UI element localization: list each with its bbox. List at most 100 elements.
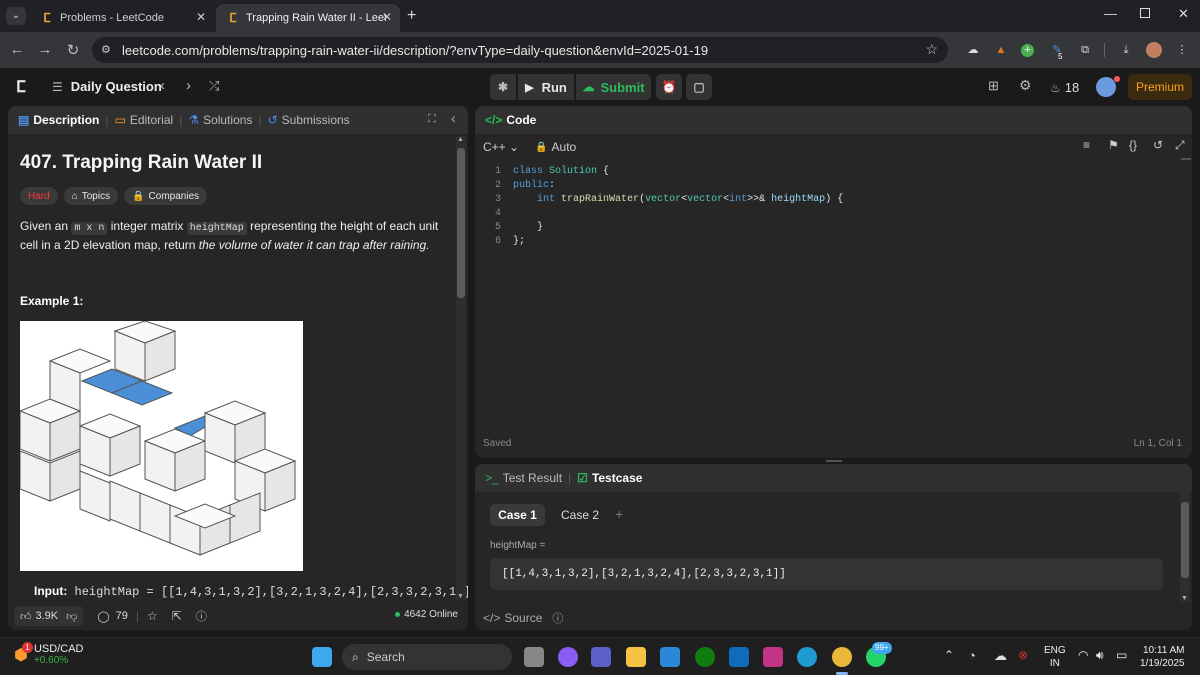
taskbar-search[interactable]: ⌕ Search [342, 644, 512, 670]
forward-icon[interactable]: → [36, 41, 54, 58]
windows-start-icon[interactable] [312, 647, 332, 667]
help-icon[interactable]: ⓘ [196, 608, 207, 624]
reset-icon[interactable]: ↺ [1153, 138, 1163, 152]
instagram-icon[interactable] [763, 647, 783, 667]
streak-counter[interactable]: ♨ 18 [1050, 80, 1079, 95]
tab-editorial[interactable]: ▭ Editorial [114, 113, 173, 127]
source-link[interactable]: </> Source ⓘ [483, 610, 563, 626]
param-value-input[interactable]: [[1,4,3,1,3,2],[3,2,1,3,2,4],[2,3,3,2,3,… [490, 558, 1163, 590]
back-icon[interactable]: ← [8, 41, 26, 58]
favorite-star-icon[interactable]: ☆ [147, 609, 158, 623]
share-icon[interactable]: ⇱ [172, 609, 182, 623]
extension-badge-icon[interactable]: ✎ 5 [1049, 42, 1065, 61]
help-icon[interactable]: ⓘ [552, 610, 563, 626]
like-button[interactable]: 👍︎ 3.9K 👎︎ [14, 606, 84, 626]
copilot-icon[interactable] [558, 647, 578, 667]
chrome-icon[interactable] [832, 647, 852, 667]
user-avatar[interactable] [1096, 77, 1116, 97]
timer-button[interactable]: ⏰ [656, 74, 682, 100]
show-hidden-icons-chevron[interactable]: ⌃ [944, 648, 954, 662]
outlook-icon[interactable] [729, 647, 749, 667]
profile-avatar[interactable] [1146, 42, 1162, 58]
daily-question-link[interactable]: ☰ Daily Question [52, 79, 162, 94]
tab-solutions[interactable]: ⚗ Solutions [188, 113, 252, 127]
case-2-tab[interactable]: Case 2 [555, 504, 605, 526]
language-select[interactable]: C++ ⌄ [483, 140, 519, 154]
input-language[interactable]: ENG IN [1044, 644, 1066, 670]
bookmark-star-icon[interactable]: ☆ [925, 41, 938, 58]
topics-chip[interactable]: ⌂ Topics [63, 187, 119, 205]
companies-chip[interactable]: 🔒 Companies [124, 187, 208, 205]
wifi-icon[interactable]: ◠ [1078, 648, 1088, 662]
layout-grid-icon[interactable]: ⊞ [988, 78, 999, 94]
extension-cloud-icon[interactable]: ☁ [965, 42, 981, 58]
close-tab-icon[interactable]: ✕ [196, 10, 206, 24]
scroll-up-icon[interactable]: ▲ [457, 136, 464, 143]
test-scrollbar[interactable]: ▼ [1180, 492, 1190, 602]
tab-search-button[interactable]: ⌄ [6, 7, 26, 25]
battery-icon[interactable]: ▭ [1116, 648, 1127, 662]
microsoft-store-icon[interactable] [660, 647, 680, 667]
case-1-tab[interactable]: Case 1 [490, 504, 545, 526]
tray-app-icon[interactable]: ◔ [968, 648, 976, 663]
premium-button[interactable]: Premium [1128, 74, 1192, 100]
new-tab-icon[interactable]: + [407, 7, 416, 25]
add-case-icon[interactable]: + [615, 506, 623, 522]
metamask-icon[interactable]: ▲ [993, 42, 1009, 58]
submit-button[interactable]: ☁ Submit [576, 74, 651, 100]
debug-button[interactable]: ✱ [490, 74, 516, 100]
scroll-thumb[interactable] [457, 148, 465, 298]
tab-submissions[interactable]: ↺ Submissions [268, 113, 350, 127]
format-icon[interactable]: ≡ [1083, 138, 1090, 152]
extensions-puzzle-icon[interactable]: ⧉ [1077, 42, 1093, 58]
braces-icon[interactable]: {} [1129, 138, 1137, 152]
scroll-down-icon[interactable]: ▼ [457, 593, 464, 600]
downloads-icon[interactable]: ⤓ [1118, 42, 1134, 58]
xbox-icon[interactable] [695, 647, 715, 667]
expand-icon[interactable]: ⤢ [1175, 138, 1185, 153]
tab-testcase[interactable]: ☑ Testcase [577, 471, 642, 485]
volume-icon[interactable]: 🔊︎ [1096, 648, 1104, 663]
description-scrollbar[interactable]: ▲ ▼ [456, 136, 466, 600]
code-editor[interactable]: 1 class Solution { 2 public: 3 int trapRai… [475, 162, 1192, 432]
code-line: } [513, 222, 544, 233]
flame-icon: ♨ [1050, 80, 1061, 95]
online-dot [395, 612, 401, 617]
tab-description[interactable]: ▤ Description [18, 113, 99, 127]
comments-button[interactable]: ◯ 79 [97, 610, 128, 623]
close-window-icon[interactable]: ✕ [1178, 6, 1189, 22]
browser-tab-problems[interactable]: ⵎ Problems - LeetCode ✕ [30, 4, 214, 32]
task-view-icon[interactable] [524, 647, 544, 667]
bookmark-icon[interactable]: ⚑ [1108, 138, 1119, 152]
leetcode-logo-icon[interactable]: ⵎ [16, 77, 26, 97]
panel-resize-handle[interactable] [826, 460, 842, 462]
scroll-down-icon[interactable]: ▼ [1181, 595, 1188, 602]
next-question-icon[interactable]: › [186, 77, 191, 94]
file-explorer-icon[interactable] [626, 647, 646, 667]
tab-test-result[interactable]: >_ Test Result [485, 471, 562, 485]
thumbs-down-icon[interactable]: 👎︎ [66, 610, 77, 623]
settings-gear-icon[interactable]: ⚙ [1019, 77, 1032, 94]
edge-icon[interactable] [797, 647, 817, 667]
reload-icon[interactable]: ↻ [64, 41, 82, 59]
shuffle-icon[interactable]: ⤮ [209, 78, 219, 94]
fullscreen-icon[interactable]: ⛶ [428, 113, 436, 126]
stock-widget[interactable]: ⬢ 1 USD/CAD +0.60% [14, 641, 83, 666]
url-field[interactable]: ⚙ leetcode.com/problems/trapping-rain-wa… [92, 37, 948, 63]
site-info-icon[interactable]: ⚙ [101, 43, 111, 56]
minimize-icon[interactable]: — [1104, 6, 1117, 21]
scroll-thumb[interactable] [1181, 502, 1189, 578]
tray-error-icon[interactable]: ⊗ [1018, 648, 1028, 662]
collapse-panel-icon[interactable]: ‹ [451, 110, 456, 126]
restore-icon[interactable] [1140, 8, 1150, 18]
teams-icon[interactable] [591, 647, 611, 667]
tray-cloud-icon[interactable]: ☁ [994, 648, 1007, 664]
run-button[interactable]: ▶ Run [518, 74, 574, 100]
notes-button[interactable]: ▢ [686, 74, 712, 100]
extension-green-icon[interactable]: + [1021, 44, 1034, 57]
prev-question-icon[interactable]: ‹ [160, 77, 165, 94]
browser-tab-trapping-rain-water[interactable]: ⵎ Trapping Rain Water II - LeetCo ✕ [216, 4, 400, 32]
close-tab-icon[interactable]: ✕ [382, 10, 392, 24]
browser-menu-icon[interactable]: ⋮ [1174, 42, 1190, 58]
clock[interactable]: 10:11 AM 1/19/2025 [1140, 644, 1185, 670]
